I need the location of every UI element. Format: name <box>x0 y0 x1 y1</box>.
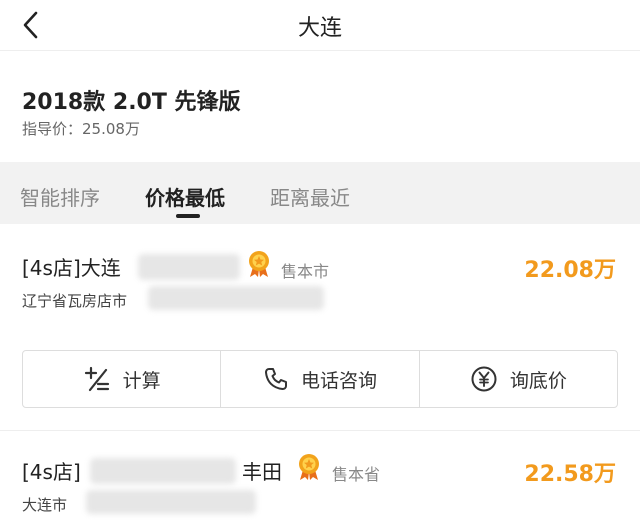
blurred-dealer-name <box>90 458 236 484</box>
page-title: 大连 <box>297 16 342 41</box>
divider <box>0 50 640 51</box>
action-bar: 计算 电话咨询 询底价 <box>22 350 618 408</box>
phone-consult-label: 电话咨询 <box>300 369 377 392</box>
blurred-address <box>148 286 324 310</box>
blurred-dealer-name <box>138 254 240 280</box>
blurred-address <box>86 490 256 514</box>
phone-consult-button[interactable]: 电话咨询 <box>220 351 418 407</box>
tab-smart-sort[interactable]: 智能排序 <box>20 182 100 211</box>
medal-icon <box>299 454 319 480</box>
nav-bar: 大连 <box>0 0 640 50</box>
sell-area-label: 售本市 <box>281 262 330 281</box>
dealer-address: 大连市 <box>22 496 68 514</box>
active-tab-indicator <box>176 214 200 218</box>
calculate-button[interactable]: 计算 <box>23 351 220 407</box>
guide-price: 指导价：25.08万 <box>22 120 140 138</box>
dealer-name: [4s店] <box>22 460 81 484</box>
dealer-price: 22.08万 <box>524 258 616 283</box>
ask-price-button[interactable]: 询底价 <box>418 351 617 407</box>
yuan-icon <box>471 366 497 392</box>
tab-nearest[interactable]: 距离最近 <box>270 182 350 211</box>
list-divider <box>0 430 640 431</box>
tab-lowest-price[interactable]: 价格最低 <box>145 182 225 211</box>
model-name: 2018款 2.0T 先锋版 <box>22 90 241 115</box>
calculate-label: 计算 <box>122 369 161 392</box>
dealer-address: 辽宁省瓦房店市 <box>22 292 128 310</box>
medal-icon <box>249 251 269 277</box>
phone-icon <box>264 368 287 390</box>
calculator-icon <box>84 366 109 392</box>
sort-tabs: 智能排序 价格最低 距离最近 <box>0 162 640 224</box>
dealer-price: 22.58万 <box>524 462 616 487</box>
ask-price-label: 询底价 <box>509 369 567 392</box>
sell-area-label: 售本省 <box>332 465 381 484</box>
dealer-brand: 丰田 <box>242 460 282 484</box>
dealer-name: [4s店]大连 <box>22 256 121 280</box>
